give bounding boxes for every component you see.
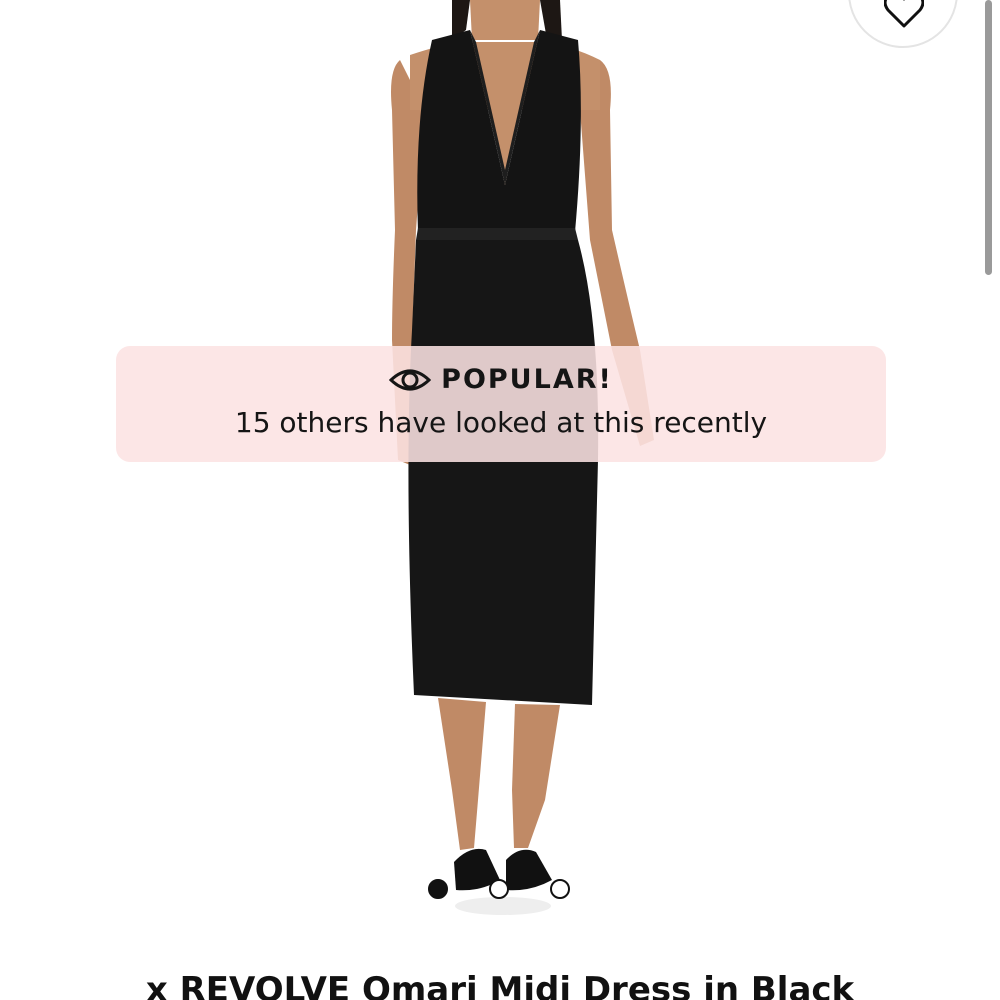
carousel-dots: [428, 879, 570, 899]
carousel-dot-1[interactable]: [428, 879, 448, 899]
model-illustration: [391, 0, 654, 915]
carousel-dot-3[interactable]: [550, 879, 570, 899]
product-image[interactable]: [0, 0, 1000, 930]
popular-banner: POPULAR! 15 others have looked at this r…: [116, 346, 886, 462]
banner-text: 15 others have looked at this recently: [234, 406, 768, 439]
heart-icon: [884, 0, 924, 28]
carousel-dot-2[interactable]: [489, 879, 509, 899]
eye-icon: [389, 369, 432, 390]
scrollbar[interactable]: [985, 0, 992, 275]
banner-heading: POPULAR!: [116, 364, 886, 395]
product-page: POPULAR! 15 others have looked at this r…: [0, 0, 1000, 1000]
banner-title: POPULAR!: [441, 364, 613, 395]
product-title: x REVOLVE Omari Midi Dress in Black: [145, 970, 855, 1000]
